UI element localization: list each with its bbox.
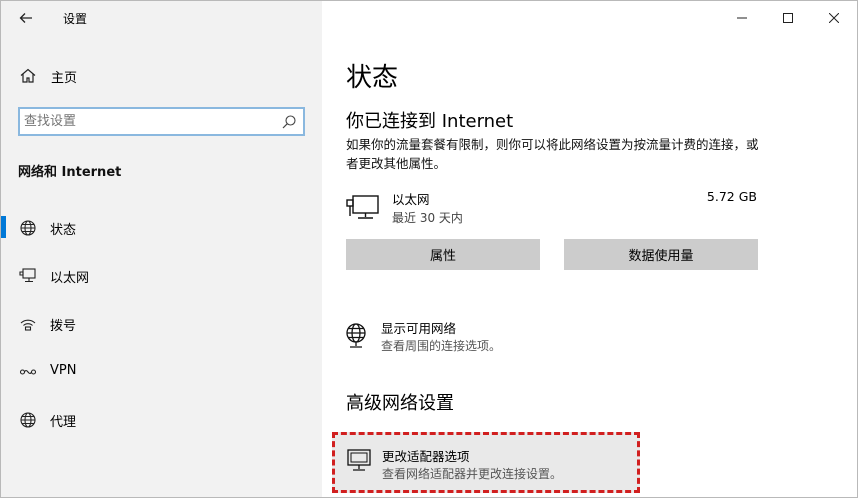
sidebar-item-label: 代理: [50, 415, 77, 430]
dialup-icon: [20, 319, 36, 331]
ethernet-data-size: 5.72 GB: [706, 189, 757, 204]
sidebar-item-proxy[interactable]: 代理: [1, 402, 322, 436]
data-usage-button[interactable]: 数据使用量: [564, 239, 758, 270]
minimize-button[interactable]: [719, 1, 765, 35]
sidebar-item-ethernet[interactable]: 以太网: [1, 258, 322, 292]
sidebar-item-label: 拨号: [50, 319, 77, 334]
maximize-icon: [783, 13, 793, 23]
advanced-settings-title: 高级网络设置: [346, 393, 454, 414]
back-button[interactable]: [11, 7, 41, 29]
maximize-button[interactable]: [765, 1, 811, 35]
sidebar-item-label: 以太网: [50, 271, 90, 286]
network-adapter-icon: [347, 449, 371, 471]
globe-icon: [20, 220, 36, 236]
sidebar-item-vpn[interactable]: VPN: [1, 354, 322, 388]
sidebar-item-label: 状态: [50, 223, 77, 238]
sidebar-item-label: VPN: [50, 363, 77, 378]
option-subtitle: 查看网络适配器并更改连接设置。: [382, 467, 563, 481]
option-title: 显示可用网络: [381, 321, 457, 336]
globe-network-icon: [346, 323, 366, 348]
close-button[interactable]: [811, 1, 857, 35]
search-box[interactable]: [18, 107, 305, 136]
globe-icon: [20, 412, 36, 428]
title-bar: 设置: [1, 1, 322, 35]
close-icon: [829, 13, 839, 23]
page-title: 状态: [346, 63, 399, 93]
settings-window: 设置 主页 网络和 Internet 状态 以太网 拨号 VPN: [0, 0, 858, 498]
section-title: 网络和 Internet: [18, 165, 122, 180]
back-arrow-icon: [19, 13, 32, 23]
home-icon: [20, 68, 36, 83]
app-title: 设置: [63, 12, 88, 26]
sidebar-item-status[interactable]: 状态: [1, 210, 322, 244]
ethernet-computer-icon: [346, 195, 379, 219]
search-input[interactable]: [24, 111, 274, 132]
change-adapter-options[interactable]: 更改适配器选项 查看网络适配器并更改连接设置。: [332, 432, 640, 493]
sidebar-item-label: 主页: [51, 71, 78, 86]
option-subtitle: 查看周围的连接选项。: [381, 339, 502, 353]
ethernet-name: 以太网: [392, 192, 430, 207]
window-controls: [719, 1, 857, 35]
properties-button[interactable]: 属性: [346, 239, 540, 270]
main-content: 状态 你已连接到 Internet 如果你的流量套餐有限制，则你可以将此网络设置…: [322, 1, 857, 497]
connection-title: 你已连接到 Internet: [346, 111, 514, 132]
sidebar-item-dialup[interactable]: 拨号: [1, 306, 322, 340]
vpn-icon: [19, 369, 37, 375]
search-icon[interactable]: [281, 114, 297, 130]
show-available-networks[interactable]: 显示可用网络 查看周围的连接选项。: [344, 318, 644, 358]
sidebar-item-home[interactable]: 主页: [1, 61, 322, 91]
minimize-icon: [737, 17, 747, 19]
option-title: 更改适配器选项: [382, 449, 470, 464]
ethernet-icon: [19, 268, 36, 283]
ethernet-usage-period: 最近 30 天内: [392, 211, 463, 225]
connection-description: 如果你的流量套餐有限制，则你可以将此网络设置为按流量计费的连接，或者更改其他属性…: [346, 137, 759, 171]
sidebar: 设置 主页 网络和 Internet 状态 以太网 拨号 VPN: [1, 1, 322, 497]
